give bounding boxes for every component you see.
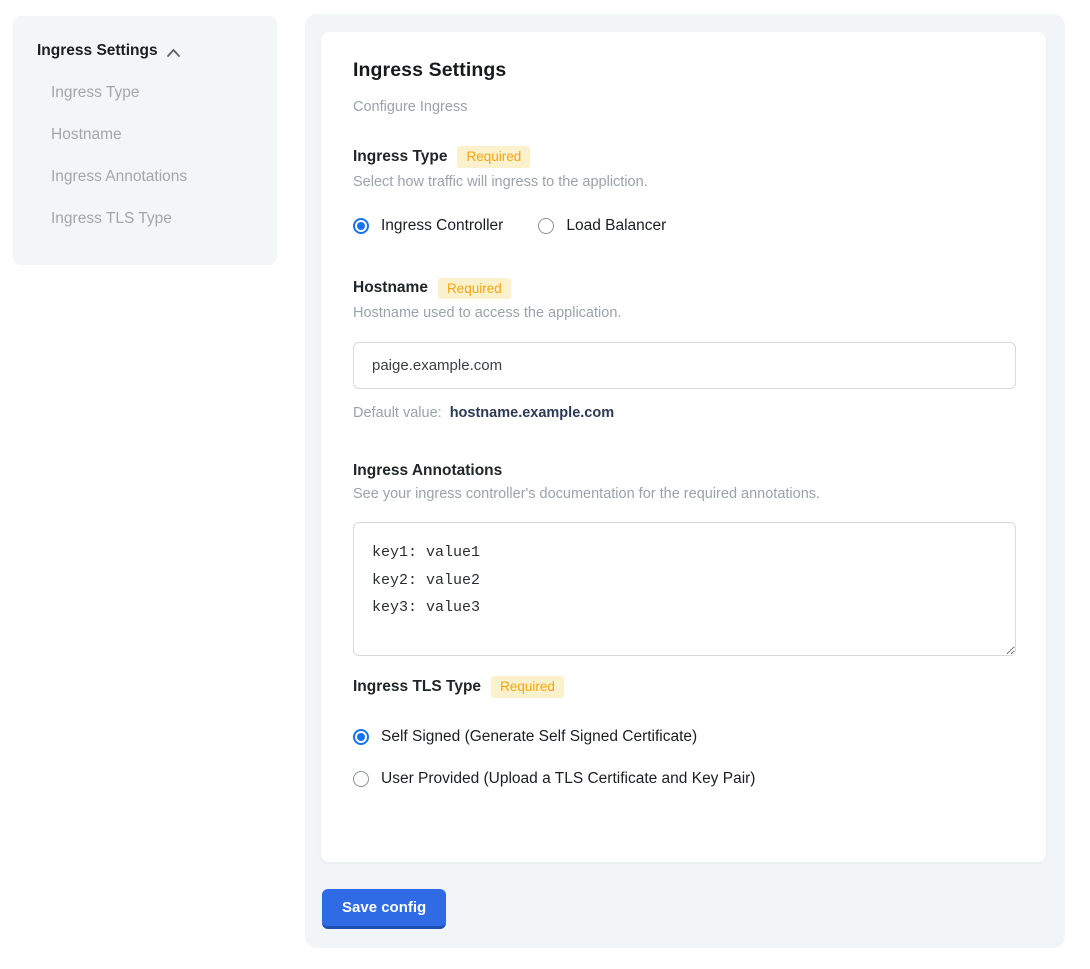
default-value-text: hostname.example.com — [450, 405, 614, 421]
radio-user-provided[interactable]: User Provided (Upload a TLS Certificate … — [353, 770, 1015, 788]
radio-ingress-controller[interactable]: Ingress Controller — [353, 217, 503, 235]
sidebar-item-ingress-tls-type[interactable]: Ingress TLS Type — [51, 210, 253, 228]
ingress-annotations-label: Ingress Annotations — [353, 462, 502, 480]
hostname-default-line: Default value: hostname.example.com — [353, 405, 1015, 421]
sidebar-item-ingress-type[interactable]: Ingress Type — [51, 84, 253, 102]
radio-unselected-icon[interactable] — [353, 771, 369, 787]
page-title: Ingress Settings — [353, 59, 1015, 82]
sidebar-item-hostname[interactable]: Hostname — [51, 126, 253, 144]
ingress-type-description: Select how traffic will ingress to the a… — [353, 174, 1015, 190]
chevron-up-icon — [166, 46, 181, 58]
section-hostname: Hostname Required Hostname used to acces… — [353, 278, 1015, 422]
required-badge: Required — [438, 278, 511, 300]
radio-self-signed-label: Self Signed (Generate Self Signed Certif… — [381, 728, 697, 746]
hostname-label: Hostname — [353, 279, 428, 297]
ingress-tls-type-label: Ingress TLS Type — [353, 678, 481, 696]
ingress-annotations-textarea[interactable]: key1: value1 key2: value2 key3: value3 — [353, 522, 1016, 656]
page: Ingress Settings Ingress Type Hostname I… — [0, 0, 1090, 948]
settings-sidebar: Ingress Settings Ingress Type Hostname I… — [13, 16, 277, 265]
radio-unselected-icon[interactable] — [538, 218, 554, 234]
section-ingress-type: Ingress Type Required Select how traffic… — [353, 146, 1015, 235]
hostname-description: Hostname used to access the application. — [353, 305, 1015, 321]
radio-load-balancer-label: Load Balancer — [566, 217, 666, 235]
ingress-type-label: Ingress Type — [353, 148, 447, 166]
radio-selected-icon[interactable] — [353, 729, 369, 745]
default-value-label: Default value: — [353, 405, 442, 421]
radio-self-signed[interactable]: Self Signed (Generate Self Signed Certif… — [353, 728, 1015, 746]
save-config-button[interactable]: Save config — [322, 889, 446, 929]
radio-load-balancer[interactable]: Load Balancer — [538, 217, 666, 235]
hostname-input[interactable] — [353, 342, 1016, 389]
radio-user-provided-label: User Provided (Upload a TLS Certificate … — [381, 770, 755, 788]
sidebar-group-ingress-settings[interactable]: Ingress Settings — [37, 42, 253, 60]
ingress-annotations-description: See your ingress controller's documentat… — [353, 486, 1015, 502]
page-subtitle: Configure Ingress — [353, 99, 1015, 115]
sidebar-group-label: Ingress Settings — [37, 42, 158, 60]
radio-ingress-controller-label: Ingress Controller — [381, 217, 503, 235]
sidebar-item-ingress-annotations[interactable]: Ingress Annotations — [51, 168, 253, 186]
section-ingress-tls-type: Ingress TLS Type Required Self Signed (G… — [353, 676, 1015, 788]
required-badge: Required — [457, 146, 530, 168]
ingress-settings-card: Ingress Settings Configure Ingress Ingre… — [321, 32, 1046, 862]
required-badge: Required — [491, 676, 564, 698]
settings-panel: Ingress Settings Configure Ingress Ingre… — [305, 14, 1065, 948]
ingress-type-radio-group: Ingress Controller Load Balancer — [353, 217, 1015, 235]
radio-selected-icon[interactable] — [353, 218, 369, 234]
section-ingress-annotations: Ingress Annotations See your ingress con… — [353, 462, 1015, 656]
